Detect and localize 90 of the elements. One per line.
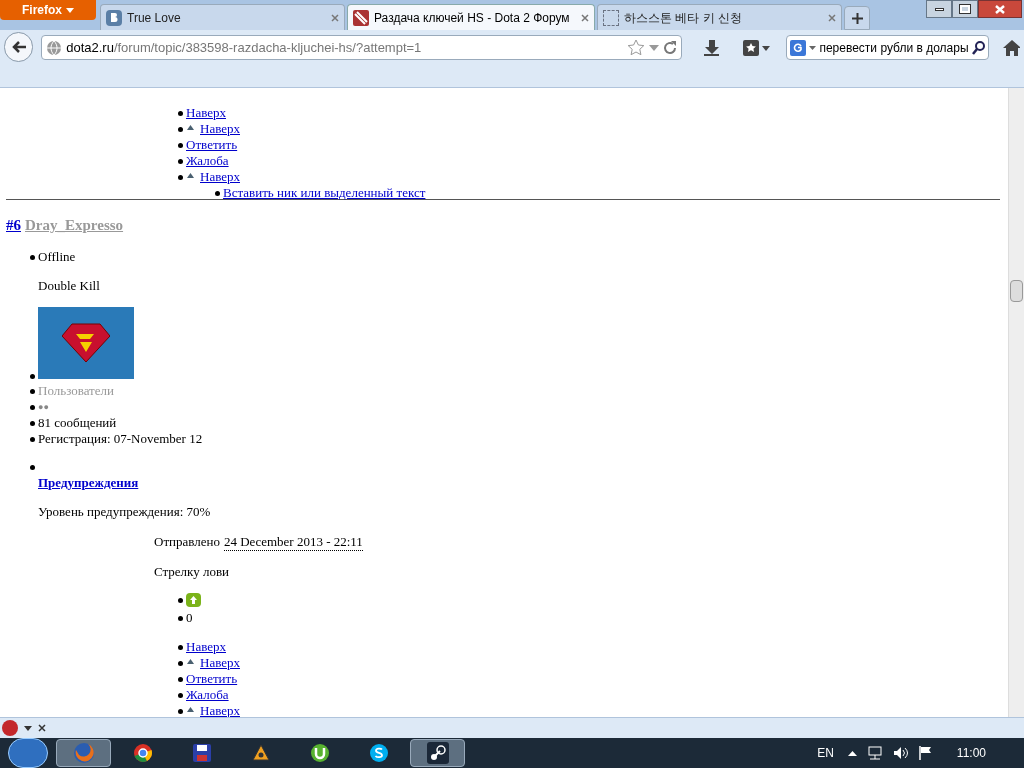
plus-icon: [851, 12, 863, 24]
posted-date: 24 December 2013 - 22:11: [224, 534, 363, 551]
bullet-icon: [178, 597, 183, 603]
post-body: Стрелку лови: [153, 564, 231, 580]
floppy-icon: [192, 744, 211, 762]
bullet-icon: [178, 110, 183, 116]
post-link[interactable]: Наверх: [200, 121, 240, 137]
scroll-thumb[interactable]: [1010, 280, 1023, 302]
bullet-icon: [215, 190, 220, 196]
caret-down-icon: [762, 45, 771, 51]
page-icon: [603, 9, 619, 26]
caret-up-icon: [187, 658, 194, 664]
rank-dots: ●●: [38, 401, 49, 414]
bullet-icon: [178, 644, 183, 650]
bullet-icon: [178, 142, 183, 148]
url-text: dota2.ru/forum/topic/383598-razdacha-kljuchei-hs/?attempt=1: [66, 38, 423, 57]
address-field[interactable]: dota2.ru/forum/topic/383598-razdacha-kljuchei-hs/?attempt=1: [41, 35, 682, 60]
warnings-link[interactable]: Предупреждения: [38, 475, 139, 490]
user-group: Пользователи: [38, 383, 114, 399]
bullet-icon: [178, 708, 183, 714]
back-button[interactable]: [4, 32, 34, 62]
browser-tab[interactable]: True Love: [100, 4, 345, 30]
maximize-icon[interactable]: [952, 0, 978, 18]
post-link[interactable]: Наверх: [200, 655, 240, 671]
language-indicator[interactable]: EN: [817, 744, 834, 762]
bullet-icon: [178, 676, 183, 682]
flag-icon[interactable]: [918, 746, 933, 760]
caret-up-icon: [187, 172, 194, 178]
post-link[interactable]: Ответить: [186, 137, 238, 153]
bullet-icon: [178, 660, 183, 666]
bullet-icon: [30, 464, 35, 470]
bullet-icon: [30, 436, 35, 442]
tab-title: 하스스톤 베타 키 신청: [624, 9, 743, 27]
bookmarks-button[interactable]: [743, 40, 771, 56]
bullet-icon: [178, 692, 183, 698]
star-icon[interactable]: [626, 39, 645, 56]
start-button[interactable]: [8, 738, 48, 768]
clock-time[interactable]: 11:00: [956, 744, 986, 762]
search-text: перевести рубли в долары: [819, 39, 969, 57]
post-link[interactable]: Наверх: [200, 703, 240, 717]
bullet-icon: [178, 126, 183, 132]
network-icon[interactable]: [866, 746, 883, 760]
post-link[interactable]: Наверх: [186, 639, 226, 655]
browser-tab[interactable]: 하스스톤 베타 키 신청: [597, 4, 842, 30]
reload-icon[interactable]: [662, 40, 677, 55]
posted-label: Отправлено: [154, 534, 220, 551]
post-number-link[interactable]: #6: [6, 217, 21, 233]
bullet-icon: [30, 420, 35, 426]
warning-level: Уровень предупреждения: 70%: [37, 504, 212, 520]
triangle-icon: [251, 744, 270, 762]
post-link[interactable]: Вставить ник или выделенный текст: [223, 185, 426, 201]
post-link[interactable]: Наверх: [200, 169, 240, 185]
post-link[interactable]: Ответить: [186, 671, 238, 687]
caret-up-icon: [187, 706, 194, 712]
tab-title: Раздача ключей HS - Dota 2 Форум: [374, 9, 571, 27]
post-count: 81 сообщений: [38, 415, 117, 431]
download-arrow-icon[interactable]: [703, 40, 720, 56]
back-arrow-icon: [11, 41, 26, 53]
bullet-icon: [30, 254, 35, 260]
home-icon[interactable]: [1002, 40, 1020, 56]
bullet-icon: [178, 615, 183, 621]
up-arrow-icon: [190, 596, 197, 604]
bullet-icon: [178, 174, 183, 180]
caret-up-icon[interactable]: [847, 750, 857, 756]
globe-icon: [46, 39, 63, 56]
taskbar-app-button[interactable]: [410, 739, 465, 767]
bullet-icon: [30, 404, 35, 410]
search-field[interactable]: перевести рубли в долары: [786, 35, 989, 60]
browser-tab[interactable]: Раздача ключей HS - Dota 2 Форум: [347, 4, 595, 30]
close-icon[interactable]: [38, 724, 46, 732]
close-window-icon[interactable]: [978, 0, 1022, 18]
rating-count: 0: [186, 610, 193, 626]
caret-down-icon: [66, 7, 74, 13]
post-link[interactable]: Наверх: [186, 105, 226, 121]
caret-down-icon: [809, 45, 817, 50]
tab-title: True Love: [127, 9, 182, 27]
new-tab-button[interactable]: [844, 6, 870, 30]
caret-up-icon: [187, 124, 194, 130]
speaker-icon[interactable]: [892, 746, 909, 760]
bullet-icon: [30, 388, 35, 394]
minimize-icon[interactable]: [926, 0, 952, 18]
bullet-icon: [30, 374, 35, 379]
post-link[interactable]: Жалоба: [186, 687, 229, 703]
bullet-icon: [178, 158, 183, 164]
user-title: Double Kill: [37, 278, 101, 294]
caret-down-icon[interactable]: [24, 725, 32, 731]
post-link[interactable]: Жалоба: [186, 153, 229, 169]
registration-date: Регистрация: 07-November 12: [38, 431, 203, 447]
status-text: Offline: [38, 249, 76, 265]
search-icon[interactable]: [971, 40, 985, 55]
